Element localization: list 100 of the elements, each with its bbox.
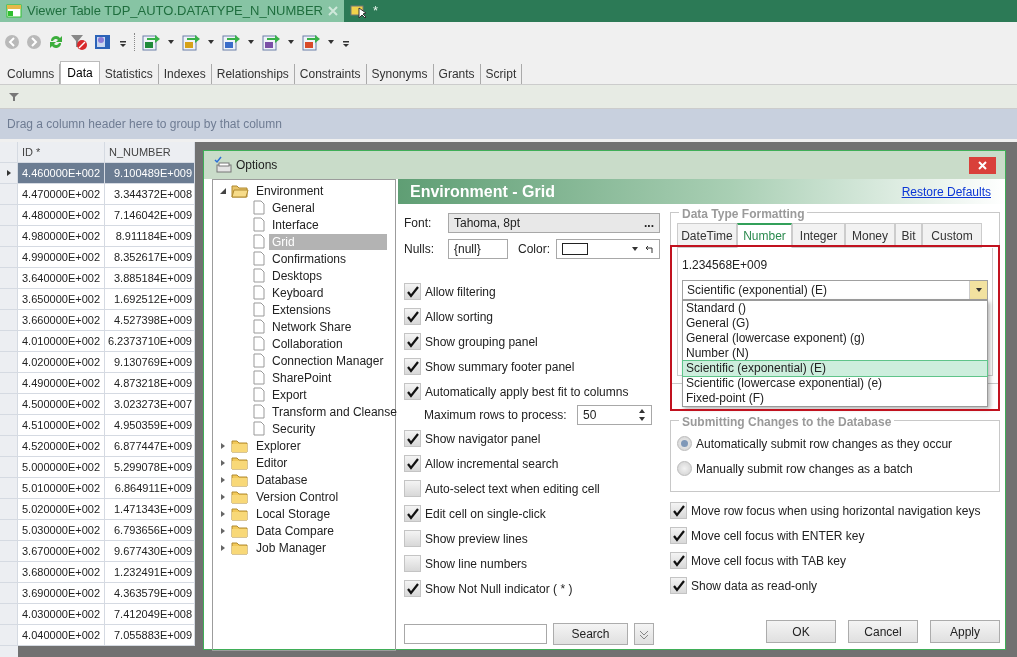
dropdown-option[interactable]: Fixed-point (F) — [683, 391, 987, 406]
checkbox[interactable] — [670, 577, 687, 594]
checkbox[interactable] — [670, 552, 687, 569]
export-icon[interactable] — [261, 33, 281, 51]
format-tab[interactable]: Number — [737, 223, 792, 248]
format-tab[interactable]: Money — [845, 223, 895, 248]
column-header[interactable]: ID * — [18, 142, 105, 163]
checkbox[interactable] — [670, 502, 687, 519]
column-header[interactable]: N_NUMBER — [105, 142, 195, 163]
object-tab[interactable]: Constraints — [294, 64, 367, 84]
object-tab[interactable]: Grants — [433, 64, 481, 84]
format-tab[interactable]: DateTime — [677, 223, 737, 248]
checkbox[interactable] — [670, 527, 687, 544]
format-tab[interactable]: Custom — [922, 223, 982, 248]
expanded-arrow-icon[interactable] — [219, 186, 227, 195]
checkbox[interactable] — [404, 430, 421, 447]
object-tab[interactable]: Statistics — [99, 64, 159, 84]
export-icon[interactable] — [301, 33, 321, 51]
tree-item[interactable]: Job Manager — [253, 539, 330, 556]
tree-item[interactable]: Security — [269, 420, 319, 437]
object-tab[interactable]: Relationships — [211, 64, 295, 84]
spinner-icon[interactable] — [638, 408, 646, 422]
checkbox[interactable] — [404, 455, 421, 472]
tree-item[interactable]: Keyboard — [269, 284, 327, 301]
tree-item[interactable]: Network Share — [269, 318, 355, 335]
checkbox[interactable] — [404, 555, 421, 572]
clear-filter-icon[interactable] — [70, 33, 88, 51]
format-tab[interactable]: Integer — [792, 223, 845, 248]
close-button[interactable] — [969, 156, 996, 174]
dropdown-option[interactable]: Scientific (lowercase exponential) (e) — [683, 376, 987, 391]
dialog-button[interactable]: OK — [766, 620, 836, 643]
checkbox[interactable] — [404, 505, 421, 522]
font-field[interactable]: Tahoma, 8pt ... — [448, 213, 660, 233]
browse-button[interactable]: ... — [644, 214, 654, 232]
tree-item[interactable]: Transform and Cleanse — [269, 403, 400, 420]
dropdown-option[interactable]: Number (N) — [683, 346, 987, 361]
tree-item[interactable]: Collaboration — [269, 335, 346, 352]
caret-icon[interactable] — [327, 38, 335, 46]
object-tab[interactable]: Synonyms — [366, 64, 434, 84]
tree-item[interactable]: General — [269, 199, 318, 216]
reset-icon[interactable] — [645, 244, 654, 254]
document-tab[interactable]: * — [343, 0, 385, 22]
radio-button[interactable] — [677, 461, 692, 476]
checkbox[interactable] — [404, 283, 421, 300]
dropdown-option[interactable]: Scientific (exponential) (E) — [683, 361, 987, 376]
tree-item[interactable]: Export — [269, 386, 310, 403]
tree-item[interactable]: Environment — [253, 182, 327, 199]
tree-item[interactable]: Version Control — [253, 488, 342, 505]
search-field[interactable] — [404, 624, 547, 644]
refresh-icon[interactable] — [48, 34, 64, 50]
search-button[interactable]: Search — [553, 623, 628, 645]
object-tab[interactable]: Script — [480, 64, 523, 84]
tree-item[interactable]: Explorer — [253, 437, 304, 454]
filter-icon[interactable] — [8, 90, 20, 103]
dialog-button[interactable]: Cancel — [848, 620, 918, 643]
object-tab[interactable]: Indexes — [158, 64, 212, 84]
caret-icon[interactable] — [207, 38, 215, 46]
checkbox-label: Edit cell on single-click — [425, 505, 546, 523]
format-tab[interactable]: Bit — [895, 223, 922, 248]
table-cell: 6.2373710E+009 — [105, 331, 195, 352]
check-icon — [404, 581, 421, 596]
tree-item[interactable]: Data Compare — [253, 522, 338, 539]
tree-item[interactable]: Database — [253, 471, 311, 488]
layout-icon[interactable] — [94, 33, 112, 51]
tree-item[interactable]: Confirmations — [269, 250, 350, 267]
caret-icon[interactable] — [287, 38, 295, 46]
checkbox[interactable] — [404, 480, 421, 497]
dialog-button[interactable]: Apply — [930, 620, 1000, 643]
export-icon[interactable] — [221, 33, 241, 51]
color-picker[interactable] — [556, 239, 660, 259]
export-icon[interactable] — [181, 33, 201, 51]
row-indicator[interactable] — [0, 163, 18, 184]
tree-item[interactable]: Editor — [253, 454, 291, 471]
tree-item[interactable]: SharePoint — [269, 369, 335, 386]
tree-item[interactable]: Connection Manager — [269, 352, 387, 369]
caret-icon — [974, 286, 983, 294]
checkbox[interactable] — [404, 383, 421, 400]
checkbox[interactable] — [404, 308, 421, 325]
tree-item[interactable]: Local Storage — [253, 505, 334, 522]
checkbox[interactable] — [404, 530, 421, 547]
dropdown-option[interactable]: General (G) — [683, 316, 987, 331]
tree-item[interactable]: Extensions — [269, 301, 334, 318]
tree-item[interactable]: Interface — [269, 216, 322, 233]
export-icon[interactable] — [141, 33, 161, 51]
caret-icon[interactable] — [167, 38, 175, 46]
caret-icon[interactable] — [247, 38, 255, 46]
dropdown-option[interactable]: General (lowercase exponent) (g) — [683, 331, 987, 346]
checkbox[interactable] — [404, 580, 421, 597]
radio-button[interactable] — [677, 436, 692, 451]
checkbox[interactable] — [404, 333, 421, 350]
number-field[interactable]: 50 — [577, 405, 652, 425]
expand-button[interactable] — [634, 623, 654, 645]
checkbox[interactable] — [404, 358, 421, 375]
dropdown-option[interactable]: Standard () — [683, 301, 987, 316]
table-cell: 3.650000E+002 — [18, 289, 105, 310]
format-dropdown[interactable]: Scientific (exponential) (E) — [682, 280, 988, 300]
restore-defaults-link[interactable]: Restore Defaults — [901, 182, 991, 201]
object-tab[interactable]: Data — [60, 61, 100, 84]
nulls-field[interactable]: {null} — [448, 239, 508, 259]
tree-item[interactable]: Desktops — [269, 267, 326, 284]
